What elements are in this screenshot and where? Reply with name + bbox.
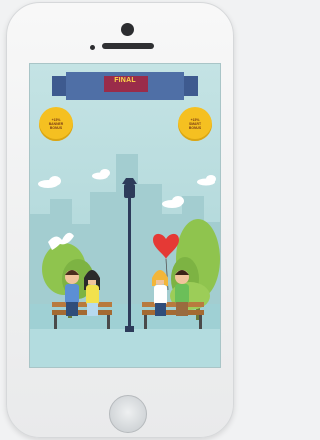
title-ribbon [52,72,198,100]
bonus-badge-left[interactable]: +15% BANNER BONUS [39,107,73,141]
earpiece-icon [102,43,154,49]
home-button[interactable] [109,395,147,433]
badge-line: BONUS [188,126,202,130]
app-screen: FINAL +15% BANNER BONUS +15% SMART BONUS [29,63,221,368]
badge-line: BONUS [49,126,63,130]
camera-icon [121,23,134,36]
ribbon-title: FINAL [114,77,136,84]
sensor-icon [90,45,95,50]
bonus-badge-right[interactable]: +15% SMART BONUS [178,107,212,141]
